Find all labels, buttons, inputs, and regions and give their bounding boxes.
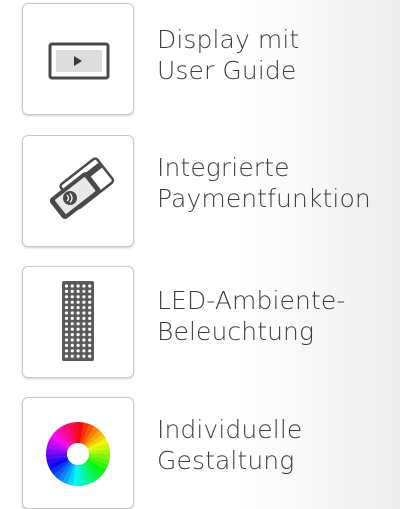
- feature-icon-box: [22, 397, 134, 509]
- feature-label-line1: Integrierte: [157, 153, 290, 182]
- led-panel-icon: [62, 281, 94, 361]
- feature-label-line2: User Guide: [157, 56, 297, 85]
- color-wheel-icon: [46, 422, 110, 486]
- feature-icon-box: [22, 135, 134, 247]
- feature-label-line2: Paymentfunktion: [157, 184, 371, 213]
- feature-label: LED-Ambiente- Beleuchtung: [157, 285, 345, 347]
- payment-icon: [49, 157, 115, 219]
- feature-label: Individuelle Gestaltung: [157, 414, 302, 476]
- feature-label-line1: LED-Ambiente-: [157, 286, 346, 315]
- feature-label: Integrierte Paymentfunktion: [157, 152, 371, 214]
- display-icon: [48, 42, 110, 80]
- feature-icon-box: [22, 3, 134, 115]
- feature-label-line1: Individuelle: [157, 415, 303, 444]
- feature-label-line2: Gestaltung: [157, 446, 295, 475]
- feature-label-line2: Beleuchtung: [157, 317, 315, 346]
- feature-label-line1: Display mit: [157, 25, 300, 54]
- feature-label: Display mit User Guide: [157, 24, 299, 86]
- feature-icon-box: [22, 266, 134, 378]
